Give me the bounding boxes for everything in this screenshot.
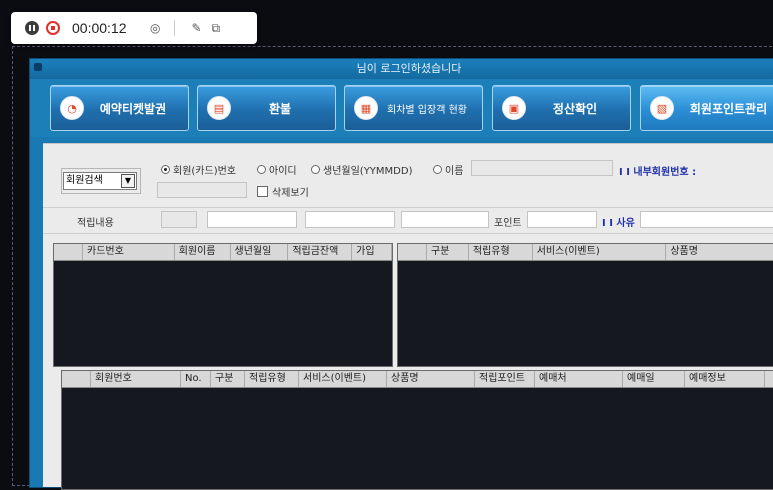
col-type[interactable]: 구분	[427, 244, 469, 260]
col-card-number[interactable]: 카드번호	[83, 244, 175, 260]
session-visitors-button[interactable]: ▦ 회차별 입장객 현황	[344, 85, 483, 131]
search-extra-input[interactable]	[157, 182, 247, 198]
show-deleted-checkbox[interactable]: 삭제보기	[257, 184, 309, 199]
radio-name-label: 이름	[445, 166, 464, 177]
col-booking-info[interactable]: 예매정보	[685, 371, 765, 387]
search-type-value: 회원검색	[66, 175, 103, 186]
internal-member-number-label: I I 내부회원번호 :	[619, 167, 697, 178]
accumulate-input-1[interactable]	[207, 211, 297, 228]
col-join[interactable]: 가입	[352, 244, 392, 260]
point-label: 포인트	[494, 218, 522, 229]
search-row: 회원검색 ▼ 회원(카드)번호 아이디 생년월일(YYMMDD) 이름 I I …	[43, 144, 773, 208]
pause-recording-icon[interactable]	[25, 21, 39, 35]
toolbar-separator	[174, 20, 176, 36]
col-points[interactable]: 적립포인트	[475, 371, 535, 387]
accumulate-grid-header: 구분 적립유형 서비스(이벤트) 상품명	[398, 244, 773, 261]
recording-timer: 00:00:12	[72, 20, 127, 36]
col-birthdate[interactable]: 생년월일	[231, 244, 289, 260]
member-points-button[interactable]: ▧ 회원포인트관리	[640, 85, 773, 131]
member-grid-body[interactable]	[54, 261, 392, 366]
app-window: 님이 로그인하셨습니다 ◔ 예약티켓발권 ▤ 환불 ▦ 회차별 입장객 현황 ▣…	[29, 58, 773, 490]
session-visitors-label: 회차별 입장객 현황	[387, 104, 467, 116]
member-points-label: 회원포인트관리	[689, 101, 768, 116]
history-grid[interactable]: 회원번호 No. 구분 적립유형 서비스(이벤트) 상품명 적립포인트 예매처 …	[61, 370, 773, 490]
row-header-cell	[62, 371, 91, 387]
reason-label: I I 사유	[602, 218, 635, 229]
webcam-icon[interactable]: ◎	[150, 21, 160, 35]
checkbox-box	[257, 186, 268, 197]
history-grid-header: 회원번호 No. 구분 적립유형 서비스(이벤트) 상품명 적립포인트 예매처 …	[62, 371, 773, 388]
col-booking-date[interactable]: 예매일	[623, 371, 685, 387]
chevron-down-icon[interactable]: ▼	[121, 174, 135, 188]
window-title: 님이 로그인하셨습니다	[30, 59, 773, 79]
point-input[interactable]	[527, 211, 597, 228]
member-card-icon: ▧	[650, 96, 674, 120]
refund-icon: ▤	[207, 96, 231, 120]
radio-user-id-label: 아이디	[269, 166, 297, 177]
refund-button[interactable]: ▤ 환불	[197, 85, 336, 131]
history-grid-body[interactable]	[62, 388, 773, 489]
col-accum-type[interactable]: 적립유형	[245, 371, 299, 387]
accumulate-input-2[interactable]	[305, 211, 395, 228]
col-member-number[interactable]: 회원번호	[91, 371, 181, 387]
accumulate-code-input[interactable]	[161, 211, 197, 228]
member-grid[interactable]: 카드번호 회원이름 생년월일 적립금잔액 가입	[53, 243, 393, 367]
member-grid-header: 카드번호 회원이름 생년월일 적립금잔액 가입	[54, 244, 392, 261]
radio-dot	[311, 165, 320, 174]
radio-dot-selected	[161, 165, 170, 174]
radio-birthdate[interactable]: 생년월일(YYMMDD)	[311, 162, 412, 177]
settlement-button[interactable]: ▣ 정산확인	[492, 85, 631, 131]
settlement-icon: ▣	[502, 96, 526, 120]
col-balance[interactable]: 적립금잔액	[288, 244, 353, 260]
search-type-select[interactable]: 회원검색 ▼	[63, 172, 137, 190]
col-service[interactable]: 서비스(이벤트)	[299, 371, 387, 387]
radio-user-id[interactable]: 아이디	[257, 162, 297, 177]
col-product-name[interactable]: 상품명	[666, 244, 773, 260]
accumulate-input-3[interactable]	[401, 211, 489, 228]
radio-dot	[433, 165, 442, 174]
col-accumulate-type[interactable]: 적립유형	[469, 244, 533, 260]
accumulate-row: 적립내용 포인트 I I 사유	[43, 207, 773, 234]
window-system-menu-icon[interactable]	[34, 63, 42, 71]
member-points-panel: 회원검색 ▼ 회원(카드)번호 아이디 생년월일(YYMMDD) 이름 I I …	[43, 143, 773, 490]
col-service-event[interactable]: 서비스(이벤트)	[533, 244, 667, 260]
screenshot-icon[interactable]: ⧉	[212, 21, 221, 36]
radio-card-number-label: 회원(카드)번호	[173, 166, 237, 177]
radio-name[interactable]: 이름	[433, 162, 463, 177]
screen-recorder-bar: 00:00:12 ◎ ✎ ⧉	[11, 12, 257, 44]
accumulate-grid-body[interactable]	[398, 261, 773, 366]
draw-icon[interactable]: ✎	[191, 21, 201, 35]
col-no[interactable]: No.	[181, 371, 211, 387]
col-product[interactable]: 상품명	[387, 371, 475, 387]
radio-dot	[257, 165, 266, 174]
reason-input[interactable]	[640, 211, 773, 228]
radio-birthdate-label: 생년월일(YYMMDD)	[323, 166, 413, 177]
accumulate-label: 적립내용	[77, 218, 114, 229]
row-header-cell	[54, 244, 83, 260]
ticket-issue-button[interactable]: ◔ 예약티켓발권	[50, 85, 189, 131]
settlement-label: 정산확인	[552, 101, 598, 116]
ticket-issue-label: 예약티켓발권	[99, 101, 167, 116]
col-member-name[interactable]: 회원이름	[175, 244, 231, 260]
refund-label: 환불	[268, 101, 292, 116]
row-header-cell	[398, 244, 427, 260]
col-category[interactable]: 구분	[211, 371, 245, 387]
accumulate-grid[interactable]: 구분 적립유형 서비스(이벤트) 상품명	[397, 243, 773, 367]
show-deleted-label: 삭제보기	[272, 188, 309, 199]
col-booking-place[interactable]: 예매처	[535, 371, 623, 387]
radio-card-number[interactable]: 회원(카드)번호	[161, 162, 236, 177]
stop-recording-icon[interactable]	[46, 21, 60, 35]
visitors-icon: ▦	[354, 96, 378, 120]
search-keyword-input[interactable]	[471, 160, 613, 176]
main-toolbar: ◔ 예약티켓발권 ▤ 환불 ▦ 회차별 입장객 현황 ▣ 정산확인 ▧ 회원포인…	[30, 79, 773, 137]
ticket-icon: ◔	[60, 96, 84, 120]
